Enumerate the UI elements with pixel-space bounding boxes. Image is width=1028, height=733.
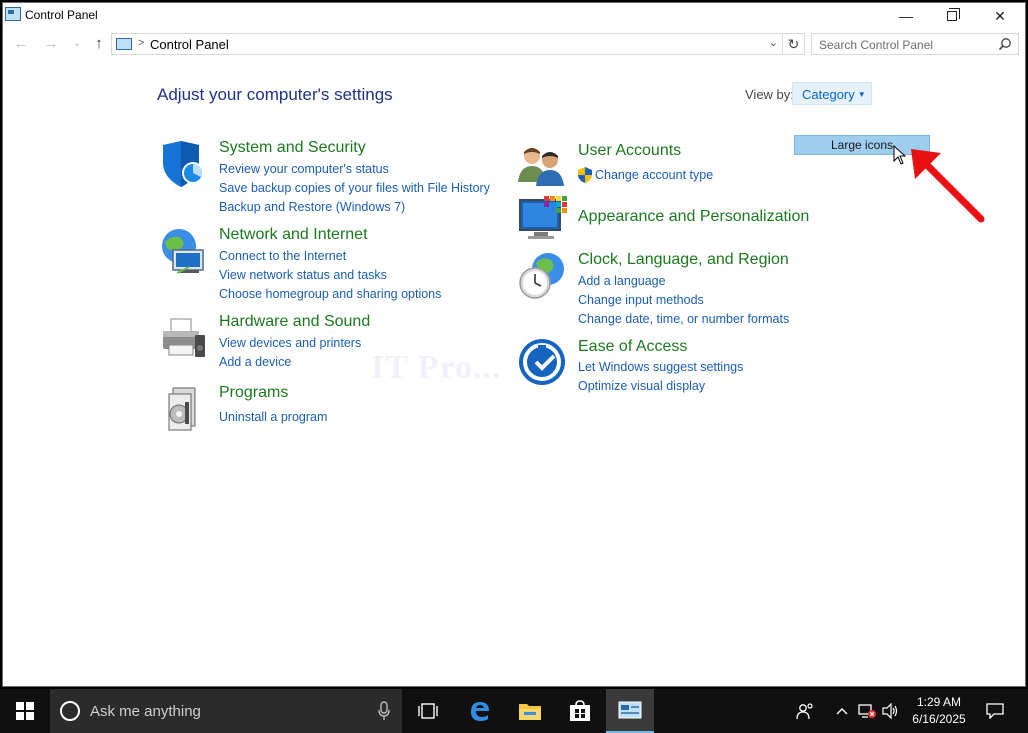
network-tray-button[interactable]	[856, 689, 878, 733]
link-backup-restore[interactable]: Backup and Restore (Windows 7)	[219, 200, 405, 214]
volume-tray-button[interactable]	[880, 689, 902, 733]
printer-icon[interactable]	[159, 313, 209, 363]
address-bar[interactable]: > Control Panel ⌄	[111, 33, 783, 55]
windows-logo-icon	[16, 702, 34, 720]
refresh-button[interactable]: ↻	[783, 33, 805, 55]
clock-time: 1:29 AM	[916, 695, 962, 709]
ease-of-access-icon[interactable]	[518, 338, 568, 388]
monitor-icon[interactable]	[518, 194, 568, 244]
chevron-up-icon	[836, 708, 848, 715]
up-button[interactable]: ↑	[89, 34, 109, 54]
group-title[interactable]: Hardware and Sound	[219, 313, 370, 331]
group-title[interactable]: Network and Internet	[219, 226, 368, 244]
group-title[interactable]: Appearance and Personalization	[578, 208, 809, 226]
edge-icon	[471, 702, 489, 721]
group-title[interactable]: Clock, Language, and Region	[578, 251, 789, 269]
store-button[interactable]	[556, 689, 604, 733]
clock-date: 6/16/2025	[912, 712, 966, 726]
breadcrumb-control-panel[interactable]: Control Panel	[150, 37, 229, 52]
group-title[interactable]: Ease of Access	[578, 338, 687, 356]
people-tray-button[interactable]	[792, 689, 818, 733]
title-bar: Control Panel — ✕	[3, 3, 1025, 29]
maximize-button[interactable]	[929, 3, 975, 29]
speaker-icon	[882, 703, 898, 719]
view-by-value[interactable]: Category	[802, 87, 855, 102]
link-optimize-display[interactable]: Optimize visual display	[578, 379, 705, 393]
users-icon[interactable]	[518, 142, 568, 192]
control-panel-app-icon	[5, 7, 21, 21]
show-hidden-icons-button[interactable]	[832, 689, 852, 733]
group-title[interactable]: Programs	[219, 384, 288, 402]
link-devices-printers[interactable]: View devices and printers	[219, 336, 361, 350]
control-panel-icon	[618, 701, 642, 719]
navigation-bar: ← → ⌄ ↑ > Control Panel ⌄ ↻ Search Contr…	[3, 31, 1025, 57]
watermark: IT Pro...	[371, 349, 502, 386]
back-button[interactable]: ←	[11, 34, 31, 54]
address-dropdown-icon[interactable]: ⌄	[769, 36, 778, 49]
edge-button[interactable]	[456, 689, 504, 733]
recent-locations-button[interactable]: ⌄	[67, 34, 87, 54]
caret-down-icon: ▼	[857, 90, 866, 99]
group-title[interactable]: System and Security	[219, 139, 366, 157]
link-date-time-formats[interactable]: Change date, time, or number formats	[578, 312, 789, 326]
store-icon	[570, 700, 590, 721]
programs-icon[interactable]	[159, 384, 209, 434]
taskbar-clock[interactable]: 1:29 AM 6/16/2025	[902, 694, 976, 728]
link-windows-suggest[interactable]: Let Windows suggest settings	[578, 360, 743, 374]
link-uninstall-program[interactable]: Uninstall a program	[219, 410, 327, 424]
microphone-icon[interactable]	[378, 701, 390, 721]
window-title: Control Panel	[25, 8, 98, 22]
notification-icon	[986, 703, 1004, 719]
control-panel-icon	[116, 38, 132, 50]
task-view-button[interactable]	[404, 689, 452, 733]
cortana-icon	[60, 701, 80, 721]
page-title: Adjust your computer's settings	[157, 85, 393, 104]
link-network-status[interactable]: View network status and tasks	[219, 268, 387, 282]
file-explorer-button[interactable]	[506, 689, 554, 733]
link-homegroup[interactable]: Choose homegroup and sharing options	[219, 287, 441, 301]
link-review-status[interactable]: Review your computer's status	[219, 162, 389, 176]
search-icon[interactable]	[998, 37, 1012, 51]
control-panel-taskbar-button[interactable]	[606, 689, 654, 733]
minimize-button[interactable]: —	[883, 3, 929, 29]
people-icon	[796, 703, 813, 720]
globe-network-icon[interactable]	[159, 226, 209, 276]
cortana-search-input[interactable]: Ask me anything	[90, 703, 201, 720]
link-change-account-type[interactable]: Change account type	[595, 168, 713, 182]
clock-globe-icon[interactable]	[518, 251, 568, 301]
action-center-button[interactable]	[982, 689, 1008, 733]
start-button[interactable]	[0, 689, 50, 733]
link-file-history[interactable]: Save backup copies of your files with Fi…	[219, 181, 490, 195]
link-input-methods[interactable]: Change input methods	[578, 293, 704, 307]
taskbar: Ask me anything 1:29 AM 6/16/2025	[0, 689, 1028, 733]
group-title[interactable]: User Accounts	[578, 142, 681, 160]
breadcrumb-separator[interactable]: >	[138, 37, 144, 49]
annotation-arrow-icon	[911, 149, 985, 223]
shield-icon[interactable]	[159, 139, 209, 189]
control-panel-window: Control Panel — ✕ ← → ⌄ ↑ > Control Pane…	[2, 2, 1026, 687]
cortana-search-box[interactable]: Ask me anything	[50, 689, 402, 733]
restore-icon	[947, 8, 960, 21]
network-disconnected-icon	[858, 704, 876, 718]
link-connect-internet[interactable]: Connect to the Internet	[219, 249, 346, 263]
link-add-language[interactable]: Add a language	[578, 274, 666, 288]
link-add-device[interactable]: Add a device	[219, 355, 291, 369]
view-by-label: View by:	[745, 87, 794, 102]
uac-shield-icon	[578, 167, 592, 183]
close-button[interactable]: ✕	[977, 3, 1023, 29]
search-input[interactable]: Search Control Panel	[819, 38, 933, 52]
forward-button[interactable]: →	[41, 34, 61, 54]
folder-icon	[519, 704, 541, 720]
view-by-dropdown[interactable]: Category ▼	[792, 82, 872, 105]
search-box[interactable]: Search Control Panel	[811, 33, 1019, 55]
task-view-icon	[418, 703, 438, 719]
